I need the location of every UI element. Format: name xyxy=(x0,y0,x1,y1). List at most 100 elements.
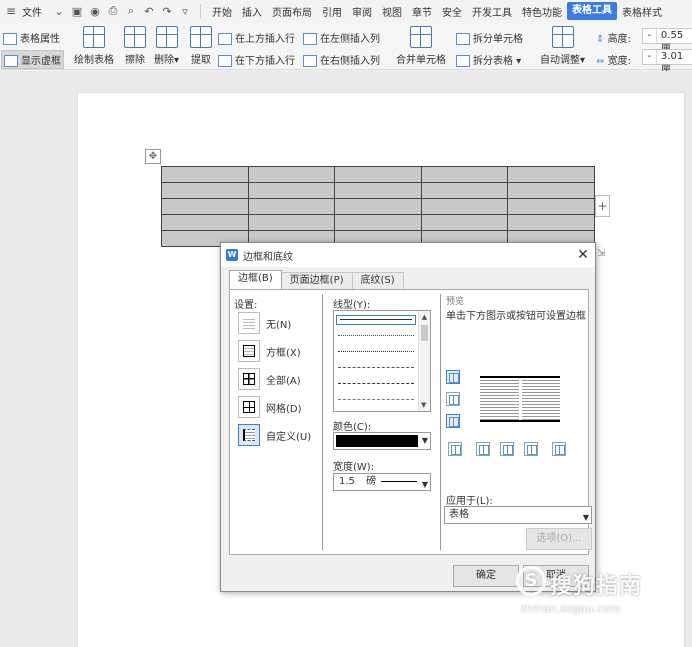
show-gridlines-button[interactable]: 显示虚框 xyxy=(1,50,64,69)
table-cell[interactable] xyxy=(420,214,509,231)
setting-all[interactable]: 全部(A) xyxy=(238,368,301,390)
table-cell[interactable] xyxy=(507,166,595,183)
table-row[interactable] xyxy=(161,166,595,183)
setting-box[interactable]: 方框(X) xyxy=(238,340,301,362)
border-preview[interactable] xyxy=(480,376,560,422)
table-cell[interactable] xyxy=(334,166,422,183)
table-cell[interactable] xyxy=(420,198,509,215)
save-icon[interactable]: ▣ xyxy=(68,5,86,18)
line-style-dashed[interactable] xyxy=(338,367,414,368)
left-border-icon[interactable] xyxy=(476,442,490,456)
scroll-up-icon[interactable]: ▲ xyxy=(419,313,430,321)
customize-toolbar-icon[interactable]: ▿ xyxy=(176,5,194,18)
table-cell[interactable] xyxy=(247,166,336,183)
line-style-dash-dot-dot[interactable] xyxy=(338,399,414,400)
tab-table-tools[interactable]: 表格工具 xyxy=(567,2,617,20)
hamburger-menu-icon[interactable]: ≡ xyxy=(0,4,22,18)
setting-none[interactable]: 无(N) xyxy=(238,312,291,334)
resize-table-icon[interactable]: ⇲ xyxy=(597,248,605,259)
redo-icon[interactable]: ↷ xyxy=(158,5,176,18)
inside-vertical-border-icon[interactable] xyxy=(500,442,514,456)
table-cell[interactable] xyxy=(161,198,249,215)
table-row[interactable] xyxy=(161,182,595,199)
setting-custom[interactable]: 自定义(U) xyxy=(238,424,311,446)
cancel-button[interactable]: 取消 xyxy=(523,565,589,587)
insert-column-left-button[interactable]: 在左侧插入列 xyxy=(303,30,380,45)
color-select[interactable]: ▼ xyxy=(333,432,431,450)
width-stepper[interactable]: -3.01厘 xyxy=(642,49,692,76)
tab-shading[interactable]: 底纹(S) xyxy=(351,272,404,289)
options-button[interactable]: 选项(O)... xyxy=(526,528,592,550)
width-select[interactable]: 1.5 磅 ▼ xyxy=(333,473,431,491)
tab-references[interactable]: 引用 xyxy=(317,4,347,19)
tab-developer[interactable]: 开发工具 xyxy=(467,4,517,19)
split-cells-button[interactable]: 拆分单元格 xyxy=(456,30,523,45)
bottom-border-icon[interactable] xyxy=(446,414,460,428)
file-menu[interactable]: 文件 xyxy=(22,4,42,19)
ok-button[interactable]: 确定 xyxy=(453,565,519,587)
tab-home[interactable]: 开始 xyxy=(207,4,237,19)
tab-table-style[interactable]: 表格样式 xyxy=(617,4,667,19)
chevron-down-icon[interactable]: ⌄ xyxy=(50,5,68,18)
tab-insert[interactable]: 插入 xyxy=(237,4,267,19)
table-cell[interactable] xyxy=(161,166,249,183)
insert-row-above-button[interactable]: 在上方插入行 xyxy=(218,30,295,45)
tab-page-borders[interactable]: 页面边框(P) xyxy=(280,272,353,289)
close-icon[interactable]: ✕ xyxy=(571,247,595,263)
width-value[interactable]: 3.01厘 xyxy=(657,50,692,76)
print-icon[interactable]: ⎙ xyxy=(104,4,122,18)
diagonal-down-border-icon[interactable] xyxy=(448,442,462,456)
print-preview-icon[interactable]: ⌕ xyxy=(122,4,140,18)
scroll-thumb[interactable] xyxy=(421,325,428,341)
table-cell[interactable] xyxy=(334,214,422,231)
delete-button[interactable]: 删除▾ xyxy=(154,26,179,66)
table-cell[interactable] xyxy=(161,182,249,199)
split-table-button[interactable]: 拆分表格 ▾ xyxy=(456,52,521,67)
table-row[interactable] xyxy=(161,198,595,215)
line-style-scrollbar[interactable]: ▲ ▼ xyxy=(418,311,430,411)
move-table-icon[interactable]: ✥ xyxy=(145,149,161,164)
height-decrease-button[interactable]: - xyxy=(643,29,657,43)
table-cell[interactable] xyxy=(334,198,422,215)
table-cell[interactable] xyxy=(334,182,422,199)
draw-table-button[interactable]: 绘制表格 xyxy=(74,26,114,66)
line-style-solid[interactable] xyxy=(336,315,416,325)
table-cell[interactable] xyxy=(507,214,595,231)
tab-view[interactable]: 视图 xyxy=(377,4,407,19)
tab-page-layout[interactable]: 页面布局 xyxy=(267,4,317,19)
table-cell[interactable] xyxy=(247,198,336,215)
tab-borders[interactable]: 边框(B) xyxy=(229,270,282,289)
line-style-list[interactable]: ▲ ▼ xyxy=(333,310,431,412)
top-border-icon[interactable] xyxy=(446,370,460,384)
setting-grid[interactable]: 网格(D) xyxy=(238,396,302,418)
reader-icon[interactable]: ◉ xyxy=(86,5,104,18)
table-cell[interactable] xyxy=(161,214,249,231)
tab-review[interactable]: 审阅 xyxy=(347,4,377,19)
table-cell[interactable] xyxy=(507,182,595,199)
tab-features[interactable]: 特色功能 xyxy=(517,4,567,19)
height-value[interactable]: 0.55厘 xyxy=(657,29,692,55)
width-decrease-button[interactable]: - xyxy=(643,50,657,64)
document-table[interactable] xyxy=(161,166,595,247)
insert-row-below-button[interactable]: 在下方插入行 xyxy=(218,52,295,67)
apply-to-select[interactable]: 表格 ▼ xyxy=(444,506,592,524)
height-stepper[interactable]: -0.55厘 xyxy=(642,28,692,55)
merge-cells-button[interactable]: 合并单元格 xyxy=(396,26,446,66)
inside-horizontal-border-icon[interactable] xyxy=(446,392,460,406)
table-cell[interactable] xyxy=(420,166,509,183)
erase-button[interactable]: 擦除 xyxy=(124,26,146,66)
tab-sections[interactable]: 章节 xyxy=(407,4,437,19)
table-row[interactable] xyxy=(161,214,595,231)
line-style-dotted[interactable] xyxy=(338,335,414,336)
auto-fit-button[interactable]: 自动调整▾ xyxy=(540,26,585,66)
line-style-fine-dotted[interactable] xyxy=(338,351,414,352)
diagonal-up-border-icon[interactable] xyxy=(552,442,566,456)
insert-column-right-button[interactable]: 在右侧插入列 xyxy=(303,52,380,67)
line-style-dash-dot[interactable] xyxy=(338,383,414,384)
tab-security[interactable]: 安全 xyxy=(437,4,467,19)
table-properties-button[interactable]: 表格属性 xyxy=(3,30,60,45)
add-column-button[interactable]: + xyxy=(595,195,610,217)
table-cell[interactable] xyxy=(507,198,595,215)
scroll-down-icon[interactable]: ▼ xyxy=(421,401,426,409)
right-border-icon[interactable] xyxy=(524,442,538,456)
